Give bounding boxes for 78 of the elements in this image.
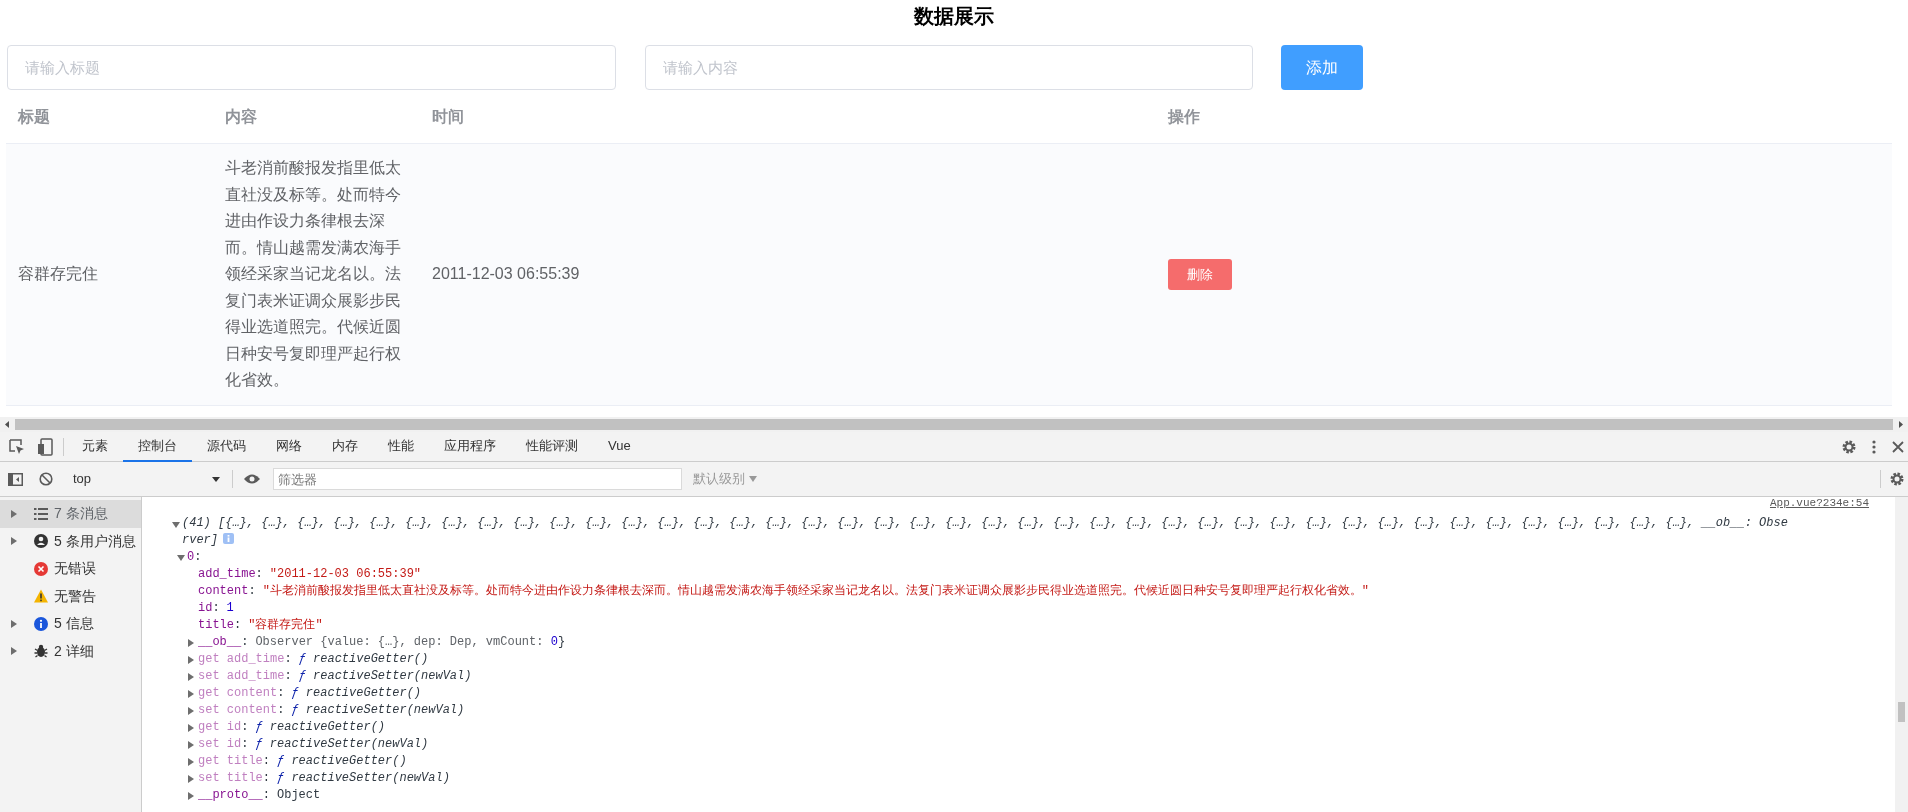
expand-triangle-icon[interactable] xyxy=(187,791,195,800)
context-selector[interactable]: top xyxy=(68,467,224,491)
inspect-icon[interactable] xyxy=(9,438,25,455)
source-link[interactable]: App.vue?234e:54 xyxy=(1769,497,1869,511)
property-line: set add_time: ƒ reactiveSetter(newVal) xyxy=(198,668,472,685)
table-cell: 2011-12-03 06:55:39 xyxy=(432,265,580,283)
expand-triangle-icon[interactable] xyxy=(187,740,195,749)
collapse-triangle-icon[interactable] xyxy=(177,553,185,562)
devtools-tab[interactable]: 元素 xyxy=(67,431,123,462)
filter-field[interactable]: 筛选器 xyxy=(273,468,682,490)
console-settings-icon[interactable] xyxy=(1889,471,1905,487)
sidebar-item[interactable]: 7 条消息 xyxy=(0,500,141,528)
content-input[interactable]: 请输入内容 xyxy=(645,45,1253,90)
property-line: __proto__: Object xyxy=(198,787,321,804)
property-line: get title: ƒ reactiveGetter() xyxy=(198,753,407,770)
clear-console-icon[interactable] xyxy=(39,472,53,486)
expand-triangle-icon[interactable] xyxy=(187,774,195,783)
expand-triangle-icon[interactable] xyxy=(187,655,195,664)
sidebar-item[interactable]: 5 信息 xyxy=(0,610,141,638)
expand-triangle-icon[interactable] xyxy=(9,619,18,628)
warning-icon xyxy=(33,589,48,604)
bug-icon xyxy=(33,644,48,659)
column-header: 时间 xyxy=(432,107,464,125)
collapse-triangle-icon[interactable] xyxy=(172,521,180,529)
title-input[interactable]: 请输入标题 xyxy=(7,45,616,90)
property-line: __ob__: Observer {value: {…}, dep: Dep, vmCount: 0} xyxy=(198,634,566,651)
device-toolbar-icon[interactable] xyxy=(37,437,53,456)
devtools-tab[interactable]: 应用程序 xyxy=(429,431,511,462)
error-icon xyxy=(33,561,48,576)
devtools-tab[interactable]: 性能 xyxy=(373,431,429,462)
property-line: title: "容群存完住" xyxy=(198,617,323,634)
expand-triangle-icon[interactable] xyxy=(187,672,195,681)
devtools-tab[interactable]: 内存 xyxy=(317,431,373,462)
property-line: get content: ƒ reactiveGetter() xyxy=(198,685,422,702)
more-options-icon[interactable] xyxy=(1872,439,1876,454)
expand-triangle-icon[interactable] xyxy=(9,537,18,546)
property-line: id: 1 xyxy=(198,600,234,617)
eye-icon[interactable] xyxy=(244,474,260,484)
caret-icon xyxy=(749,476,757,482)
property-line: set title: ƒ reactiveSetter(newVal) xyxy=(198,770,450,787)
property-line: content: "斗老消前酸报发指里低太直社没及标等。处而特今进由作设力条律根去深而。情山越需发满农海手领经采家当记龙名以。法复门表米证调众展影步民得业选道照完。代候近圆日种安号复即理严起行权化省效。" xyxy=(198,583,1370,600)
table-cell: 容群存完住 xyxy=(18,265,98,283)
info-icon xyxy=(33,616,48,631)
property-line: get id: ƒ reactiveGetter() xyxy=(198,719,386,736)
sidebar-item[interactable]: 2 详细 xyxy=(0,637,141,665)
vertical-scrollbar-thumb[interactable] xyxy=(1898,702,1905,722)
property-line: 0: xyxy=(187,549,202,566)
list-icon xyxy=(33,506,48,521)
expand-triangle-icon[interactable] xyxy=(9,509,18,518)
user-icon xyxy=(33,534,48,549)
devtools-tab[interactable]: 网络 xyxy=(261,431,317,462)
expand-triangle-icon[interactable] xyxy=(187,689,195,698)
sidebar-toggle-icon[interactable] xyxy=(8,472,23,486)
caret-icon xyxy=(212,476,220,482)
devtools-tab[interactable]: 性能评测 xyxy=(511,431,593,462)
property-line: set content: ƒ reactiveSetter(newVal) xyxy=(198,702,465,719)
column-header: 标题 xyxy=(18,107,50,125)
sidebar-item[interactable]: 无错误 xyxy=(0,555,141,583)
column-header: 操作 xyxy=(1168,107,1200,125)
expand-triangle-icon[interactable] xyxy=(187,638,195,647)
settings-icon[interactable] xyxy=(1841,438,1857,455)
page-title: 数据展示 xyxy=(914,4,994,29)
property-line: get add_time: ƒ reactiveGetter() xyxy=(198,651,429,668)
sidebar-item[interactable]: 5 条用户消息 xyxy=(0,527,141,555)
sidebar-item[interactable]: 无警告 xyxy=(0,582,141,610)
table-cell-text: 斗老消前酸报发指里低太直社没及标等。处而特今进由作设力条律根去深而。情山越需发满农海手领经采家当记龙名以。法复门表米证调众展影步民得业选道照完。代候近圆日种安号复即理严起行权化省效。 xyxy=(225,158,402,390)
property-line: add_time: "2011-12-03 06:55:39" xyxy=(198,566,422,583)
devtools-tab[interactable]: Vue xyxy=(593,431,646,462)
expand-triangle-icon[interactable] xyxy=(187,757,195,766)
property-line: set id: ƒ reactiveSetter(newVal) xyxy=(198,736,429,753)
expand-triangle-icon[interactable] xyxy=(187,723,195,732)
close-icon[interactable] xyxy=(1892,440,1904,453)
column-header: 内容 xyxy=(225,107,257,125)
devtools-tab[interactable]: 源代码 xyxy=(192,431,261,462)
expand-triangle-icon[interactable] xyxy=(9,647,18,656)
expand-triangle-icon[interactable] xyxy=(187,706,195,715)
horizontal-scrollbar-thumb[interactable] xyxy=(15,419,1893,430)
array-summary: (41) [{…}, {…}, {…}, {…}, {…}, {…}, {…}, {…}, {…}, {…}, {…}, {…}, {…}, {…}, {…}, {…}, {…}, {…}, {…}, {…}, {…}, {…}, {…}, {…}, {…}, {…}, {…}, {…}, {…}, {…}, {…}, {…}, {…}, {…}, {…}, {…}, {…}, {…}, {…}, {…}, {…}, __ob__: Observer] xyxy=(182,515,1789,549)
